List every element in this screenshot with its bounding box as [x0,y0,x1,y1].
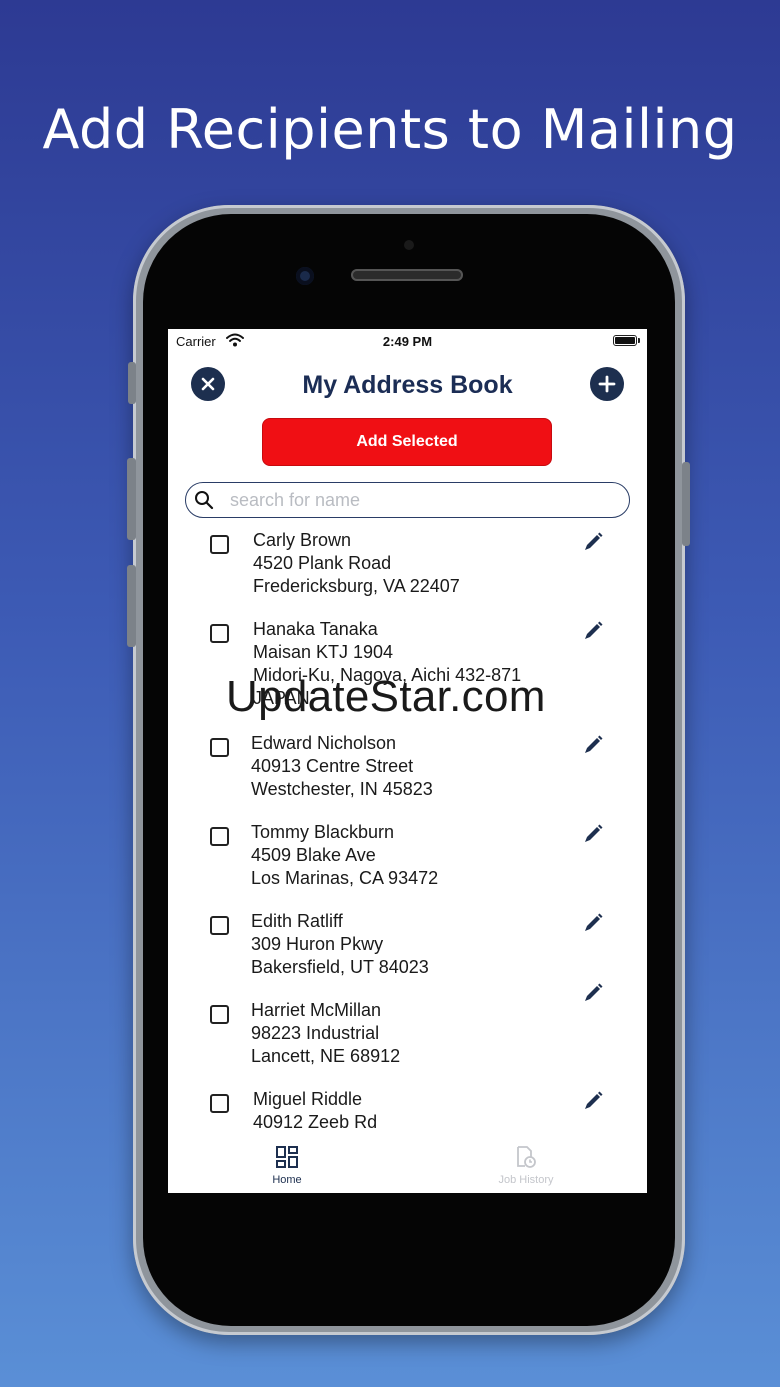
contact-line1: 40913 Centre Street [251,756,414,776]
select-checkbox[interactable] [210,624,229,643]
status-bar: Carrier 2:49 PM [168,329,647,353]
list-item: Edward Nicholson 40913 Centre Street Wes… [168,732,647,812]
select-checkbox[interactable] [210,1094,229,1113]
contact-name: Hanaka Tanaka [253,619,378,639]
edit-pencil-icon[interactable] [582,912,604,934]
contact-address: Miguel Riddle 40912 Zeeb Rd [253,1088,377,1134]
headline: Add Recipients to Mailing [42,98,738,161]
phone-sensor [404,240,414,250]
contact-name: Tommy Blackburn [251,822,395,842]
contact-name: Edith Ratliff [251,911,343,931]
edit-pencil-icon[interactable] [582,823,604,845]
contact-line1: Maisan KTJ 1904 [253,642,394,662]
select-checkbox[interactable] [210,738,229,757]
contact-line1: 40912 Zeeb Rd [253,1112,378,1132]
list-item: Harriet McMillan 98223 Industrial Lancet… [168,983,647,1079]
search-bar [185,482,630,518]
edit-pencil-icon[interactable] [582,620,604,642]
phone-power-button [682,462,690,546]
clock: 2:49 PM [382,334,433,349]
contact-line2: Lancett, NE 68912 [251,1046,401,1066]
contact-name: Miguel Riddle [253,1089,363,1109]
list-item: Edith Ratliff 309 Huron Pkwy Bakersfield… [168,910,647,990]
edit-pencil-icon[interactable] [582,1090,604,1112]
front-camera [296,267,314,285]
search-icon [195,491,214,510]
edit-pencil-icon[interactable] [582,531,604,553]
contact-address: Harriet McMillan 98223 Industrial Lancet… [251,999,400,1068]
list-item: Tommy Blackburn 4509 Blake Ave Los Marin… [168,821,647,901]
grid-icon [276,1146,298,1168]
add-contact-button[interactable] [590,367,624,401]
list-item: Carly Brown 4520 Plank Road Fredericksbu… [168,529,647,609]
contact-address: Tommy Blackburn 4509 Blake Ave Los Marin… [251,821,438,890]
contact-name: Harriet McMillan [251,1000,382,1020]
contact-name: Edward Nicholson [251,733,397,753]
contact-address: Carly Brown 4520 Plank Road Fredericksbu… [253,529,460,598]
tab-home[interactable]: Home [227,1145,347,1186]
select-checkbox[interactable] [210,535,229,554]
phone-silent-switch [128,362,136,404]
contact-line2: Los Marinas, CA 93472 [251,868,439,888]
list-item: Miguel Riddle 40912 Zeeb Rd [168,1088,647,1138]
contact-line2: Fredericksburg, VA 22407 [253,576,460,596]
contact-line2: Bakersfield, UT 84023 [251,957,429,977]
contact-line1: 309 Huron Pkwy [251,934,384,954]
select-checkbox[interactable] [210,827,229,846]
earpiece-speaker [351,269,463,281]
phone-volume-down [127,565,136,647]
phone-volume-up [127,458,136,540]
add-selected-button[interactable]: Add Selected [262,418,552,466]
search-input[interactable] [230,489,610,511]
contact-line1: 4520 Plank Road [253,553,392,573]
page-title: My Address Book [302,371,513,399]
contact-name: Carly Brown [253,530,352,550]
plus-icon [598,375,616,393]
contact-line2: Westchester, IN 45823 [251,779,433,799]
tab-home-label: Home [272,1174,302,1186]
edit-pencil-icon[interactable] [582,982,604,1004]
watermark: UpdateStar.com [226,672,546,721]
select-checkbox[interactable] [210,916,229,935]
select-checkbox[interactable] [210,1005,229,1024]
contact-address: Edward Nicholson 40913 Centre Street Wes… [251,732,433,801]
app-screen: Carrier 2:49 PM My Address Book Add Sele… [168,329,647,1193]
tab-job-history[interactable]: Job History [466,1145,586,1186]
edit-pencil-icon[interactable] [582,734,604,756]
contact-address: Edith Ratliff 309 Huron Pkwy Bakersfield… [251,910,429,979]
tab-job-history-label: Job History [498,1174,554,1186]
battery-icon [613,335,637,346]
contact-line1: 4509 Blake Ave [251,845,376,865]
tab-bar: Home Job History [168,1137,647,1193]
battery-tip [638,338,640,343]
contact-line1: 98223 Industrial [251,1023,380,1043]
document-clock-icon [517,1146,536,1168]
